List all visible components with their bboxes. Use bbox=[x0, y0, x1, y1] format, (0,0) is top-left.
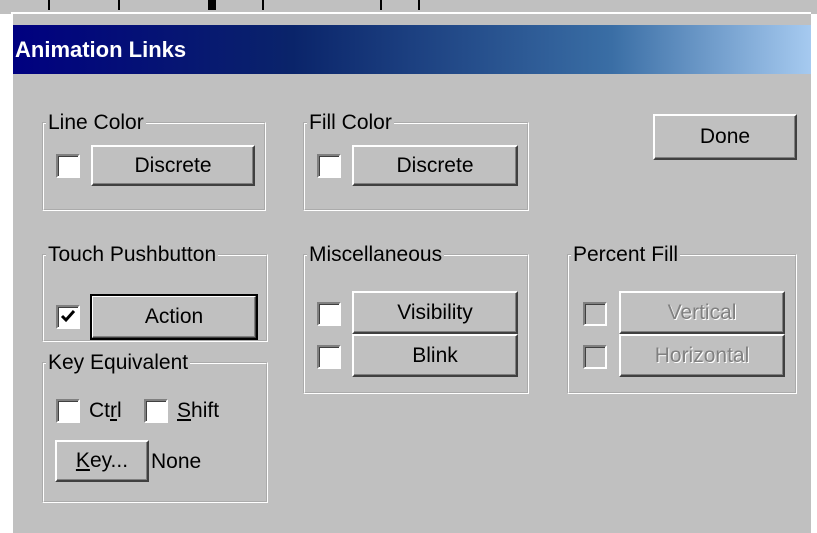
line-color-discrete-button[interactable]: Discrete bbox=[91, 145, 255, 186]
shift-checkbox[interactable] bbox=[144, 399, 168, 423]
miscellaneous-legend: Miscellaneous bbox=[309, 243, 443, 266]
done-button[interactable]: Done bbox=[653, 114, 797, 160]
line-color-checkbox[interactable] bbox=[56, 154, 80, 178]
blink-button[interactable]: Blink bbox=[352, 334, 518, 377]
title-bar[interactable]: Animation Links bbox=[13, 25, 811, 74]
touch-pushbutton-legend: Touch Pushbutton bbox=[48, 243, 217, 266]
percent-fill-legend: Percent Fill bbox=[573, 243, 679, 266]
fill-color-discrete-button[interactable]: Discrete bbox=[352, 145, 518, 186]
ctrl-label-text: Ct bbox=[89, 399, 110, 422]
line-color-legend: Line Color bbox=[48, 111, 144, 134]
background-divider bbox=[118, 0, 120, 10]
key-equivalent-legend: Key Equivalent bbox=[48, 351, 189, 374]
ctrl-checkbox[interactable] bbox=[56, 399, 80, 423]
background-divider bbox=[48, 0, 50, 10]
horizontal-button[interactable]: Horizontal bbox=[619, 334, 785, 377]
background-divider bbox=[208, 0, 216, 10]
fill-color-legend: Fill Color bbox=[309, 111, 392, 134]
shift-label[interactable]: Shift bbox=[177, 399, 219, 423]
done-label: Done bbox=[699, 125, 751, 148]
key-button-mnemonic: K bbox=[75, 449, 90, 472]
line-color-discrete-label: Discrete bbox=[134, 153, 212, 177]
ctrl-label[interactable]: Ctrl bbox=[89, 399, 122, 423]
touch-pushbutton-checkbox[interactable] bbox=[56, 305, 80, 329]
horizontal-checkbox[interactable] bbox=[583, 345, 607, 369]
action-label: Action bbox=[144, 305, 204, 328]
visibility-checkbox[interactable] bbox=[317, 302, 341, 326]
key-button-label: Key... bbox=[76, 449, 128, 473]
vertical-button[interactable]: Vertical bbox=[619, 291, 785, 334]
shift-label-text: hift bbox=[191, 399, 220, 422]
shift-label-mnemonic: S bbox=[177, 399, 192, 422]
fill-color-discrete-label: Discrete bbox=[396, 153, 474, 177]
blink-label: Blink bbox=[412, 343, 458, 367]
background-divider bbox=[380, 0, 382, 10]
background-divider bbox=[418, 0, 420, 10]
action-button[interactable]: Action bbox=[90, 294, 258, 340]
key-button[interactable]: Key... bbox=[55, 440, 149, 482]
key-value: None bbox=[151, 450, 202, 473]
ctrl-label-text: l bbox=[117, 399, 122, 422]
fill-color-checkbox[interactable] bbox=[317, 154, 341, 178]
window-title: Animation Links bbox=[15, 37, 187, 62]
blink-checkbox[interactable] bbox=[317, 345, 341, 369]
background-divider bbox=[262, 0, 264, 10]
horizontal-label: Horizontal bbox=[654, 343, 750, 367]
visibility-button[interactable]: Visibility bbox=[352, 291, 518, 334]
animation-links-dialog: Animation Links Line Color Discrete Fill… bbox=[11, 12, 811, 533]
vertical-checkbox[interactable] bbox=[583, 302, 607, 326]
ctrl-label-mnemonic: r bbox=[110, 399, 117, 422]
visibility-label: Visibility bbox=[397, 300, 473, 324]
checkmark-icon bbox=[60, 310, 76, 323]
vertical-label: Vertical bbox=[667, 300, 737, 324]
key-button-text: ey... bbox=[89, 449, 129, 472]
